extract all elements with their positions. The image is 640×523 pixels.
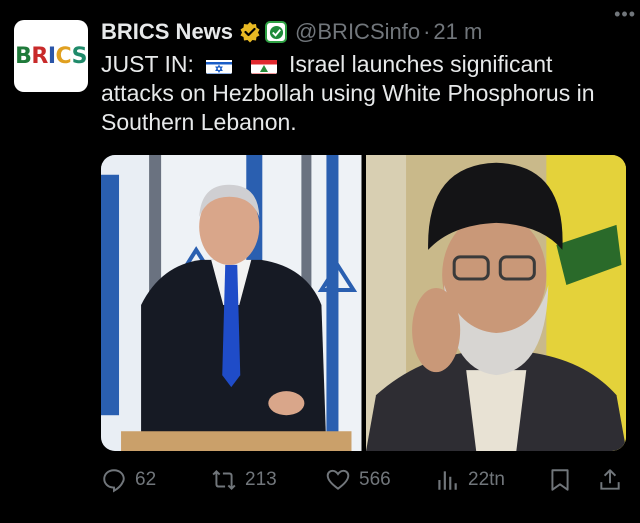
author-handle[interactable]: @BRICSinfo	[295, 19, 420, 45]
bookmark-button[interactable]	[547, 467, 581, 493]
author-name[interactable]: BRICS News	[101, 19, 233, 45]
views-button[interactable]: 22tn	[434, 467, 505, 493]
post-text-prefix: JUST IN:	[101, 51, 194, 77]
post-header: BRICS News @BRICSinfo · 21 m	[101, 16, 630, 48]
israel-flag-icon	[206, 56, 233, 74]
avatar-logo-text: BRICS	[15, 43, 87, 69]
media-grid	[101, 155, 626, 451]
reply-icon	[103, 469, 125, 493]
affiliate-badge-icon[interactable]	[265, 21, 288, 43]
reply-count: 62	[135, 469, 157, 490]
netanyahu-photo[interactable]	[101, 155, 362, 451]
verified-badge-icon[interactable]	[239, 21, 261, 43]
views-count: 22tn	[468, 469, 505, 490]
avatar[interactable]: BRICS	[14, 20, 88, 92]
like-button[interactable]: 566	[325, 467, 391, 493]
more-options-icon[interactable]: •••	[614, 4, 636, 25]
heart-icon	[326, 469, 350, 490]
share-button[interactable]	[597, 467, 631, 493]
repost-button[interactable]: 213	[211, 467, 277, 493]
share-icon	[600, 469, 620, 490]
nasrallah-photo[interactable]	[365, 155, 626, 451]
post-text: JUST IN: Israel launches significant att…	[101, 50, 631, 137]
post-time[interactable]: 21 m	[433, 19, 482, 45]
repost-icon	[212, 469, 236, 491]
bookmark-icon	[551, 469, 569, 491]
header-separator: ·	[423, 19, 431, 44]
lebanon-flag-icon	[250, 56, 277, 74]
like-count: 566	[359, 469, 391, 490]
analytics-icon	[438, 471, 457, 490]
reply-button[interactable]: 62	[101, 467, 156, 493]
repost-count: 213	[245, 469, 277, 490]
action-bar: 62 213 566 22tn	[101, 462, 631, 498]
